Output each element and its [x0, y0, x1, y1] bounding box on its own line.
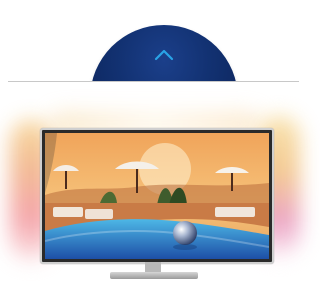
divider	[8, 81, 299, 82]
tv-screen	[45, 133, 269, 259]
resort-pool-scene	[45, 133, 269, 259]
tv-stand-base	[110, 272, 198, 279]
tv-product-image	[40, 128, 274, 264]
chevron-up-icon	[154, 49, 174, 61]
tv-stand-neck	[145, 262, 161, 272]
